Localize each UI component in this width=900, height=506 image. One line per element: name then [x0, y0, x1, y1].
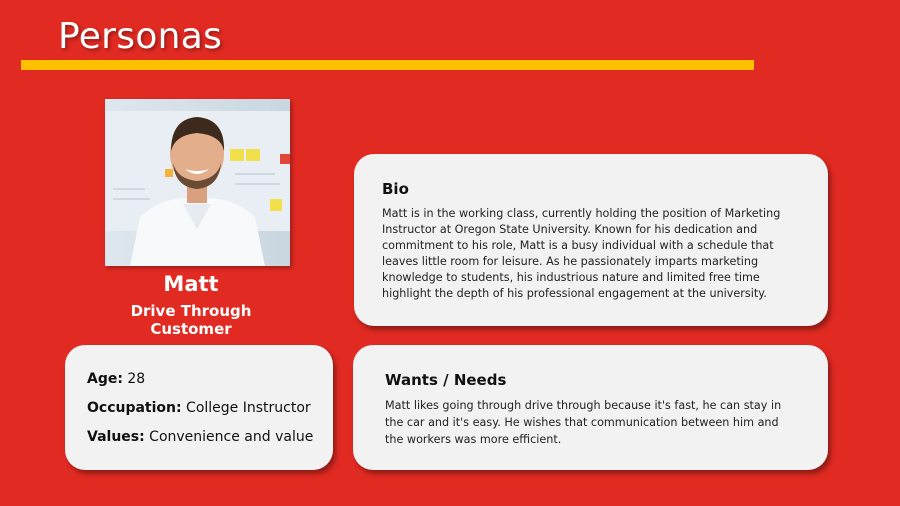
- values-label: Values:: [87, 429, 145, 445]
- persona-role: Drive Through Customer: [130, 302, 252, 338]
- values-value: Convenience and value: [144, 429, 314, 445]
- title-underline: [21, 60, 754, 70]
- age-row: Age: 28: [87, 371, 311, 387]
- persona-photo: [105, 99, 290, 266]
- slide-title: Personas: [58, 16, 223, 57]
- wants-card: Wants / Needs Matt likes going through d…: [353, 345, 828, 470]
- wants-text: Matt likes going through drive through b…: [385, 399, 782, 446]
- persona-name: Matt: [163, 272, 219, 296]
- occupation-label: Occupation:: [87, 400, 182, 416]
- occupation-row: Occupation: College Instructor: [87, 400, 311, 416]
- person-photo-icon: [105, 99, 290, 266]
- occupation-value: College Instructor: [181, 400, 311, 416]
- age-label: Age:: [87, 371, 123, 387]
- bio-card: Bio Matt is in the working class, curren…: [354, 154, 828, 326]
- age-value: 28: [122, 371, 146, 387]
- values-row: Values: Convenience and value: [87, 429, 314, 445]
- bio-heading: Bio: [382, 180, 409, 198]
- bio-text: Matt is in the working class, currently …: [382, 207, 781, 300]
- facts-card: Age: 28 Occupation: College Instructor V…: [65, 345, 333, 470]
- wants-heading: Wants / Needs: [385, 371, 507, 389]
